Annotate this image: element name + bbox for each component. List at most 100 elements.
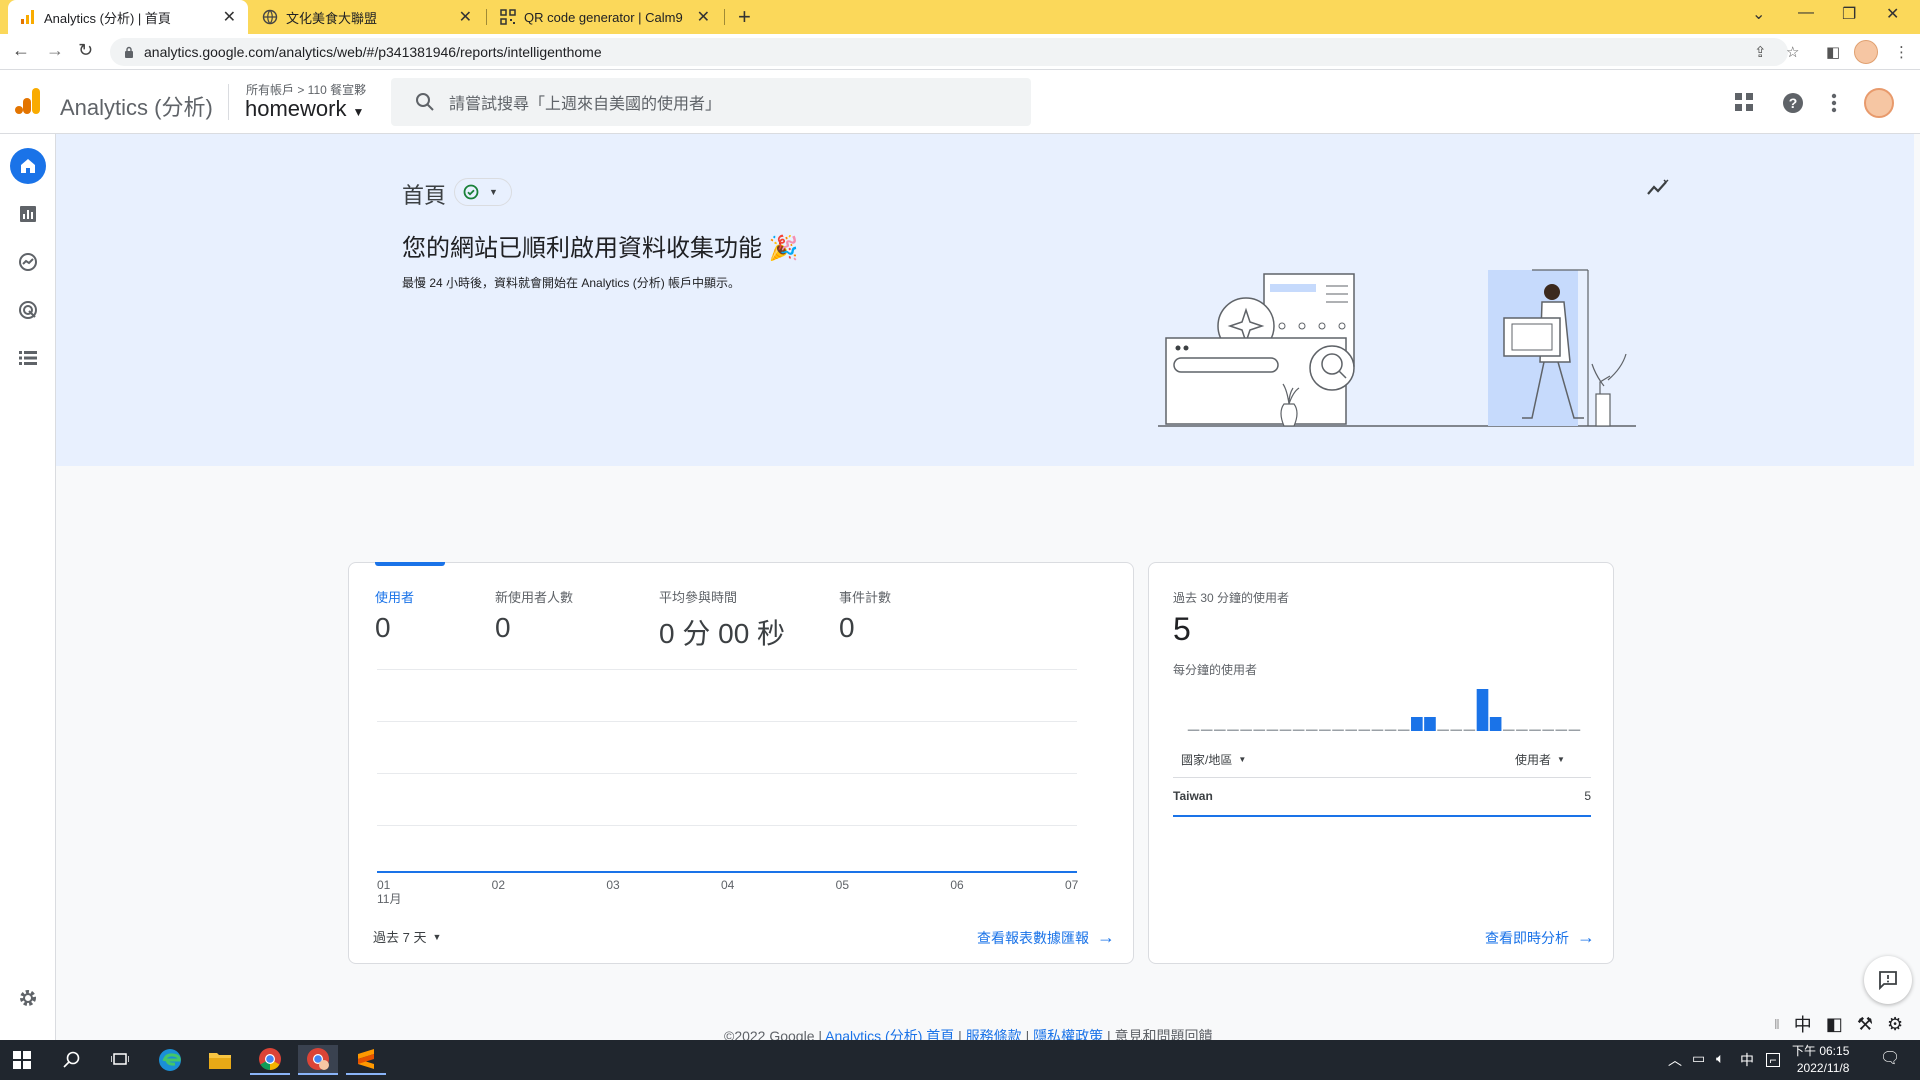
tab-food[interactable]: 文化美食大聯盟 ✕ [250, 0, 484, 34]
file-explorer-app[interactable] [200, 1045, 240, 1075]
metric-tab-engagement-time[interactable]: 平均參與時間 0 分 00 秒 [659, 587, 785, 652]
home-icon [21, 159, 35, 173]
nav-reports[interactable] [10, 196, 46, 232]
close-icon[interactable]: ✕ [697, 7, 710, 27]
system-clock[interactable]: 下午 06:15 2022/11/8 [1792, 1043, 1849, 1077]
table-divider [1173, 777, 1591, 778]
overview-card: 使用者 0 新使用者人數 0 平均參與時間 0 分 00 秒 事件計數 0 0 1… [348, 562, 1134, 964]
tray-ime-indicator[interactable]: 中 [1740, 1050, 1754, 1070]
users-metric-selector[interactable]: 使用者 ▼ [1515, 751, 1565, 768]
taskbar-search[interactable] [52, 1045, 92, 1075]
start-button[interactable] [2, 1045, 42, 1075]
minute-bar [1358, 729, 1371, 731]
left-nav-rail [0, 134, 56, 1040]
nav-admin[interactable] [10, 980, 46, 1016]
country-dimension-selector[interactable]: 國家/地區 ▼ [1181, 751, 1246, 768]
view-realtime-link[interactable]: 查看即時分析 → [1485, 927, 1595, 948]
close-icon[interactable]: ✕ [459, 7, 472, 27]
more-vert-icon[interactable] [1830, 92, 1838, 114]
tab-qr[interactable]: QR code generator | Calm9 ✕ [488, 0, 722, 34]
ime-width-icon[interactable]: ◧ [1826, 1014, 1843, 1035]
x-tick-label: 05 [835, 878, 850, 892]
reload-button[interactable]: ↻ [78, 40, 93, 61]
network-icon[interactable]: ▭ [1692, 1050, 1705, 1067]
minimize-button[interactable]: — [1798, 4, 1814, 22]
table-row[interactable]: Taiwan 5 [1173, 787, 1591, 817]
ime-mode[interactable]: 中 [1794, 1011, 1812, 1037]
minute-bar [1240, 729, 1252, 731]
insights-icon[interactable] [1646, 178, 1670, 198]
arrow-right-icon: → [1097, 927, 1115, 947]
minute-bar [1319, 729, 1331, 731]
minute-bar [1424, 717, 1436, 731]
notification-icon[interactable]: 🗨︎ [1880, 1048, 1900, 1068]
url-bar[interactable]: analytics.google.com/analytics/web/#/p34… [110, 38, 1788, 66]
tab-search-icon[interactable]: ⌄ [1752, 4, 1765, 24]
chrome-app[interactable] [250, 1045, 290, 1075]
restore-button[interactable]: ❐ [1842, 4, 1856, 24]
header-divider [228, 84, 229, 120]
status-chip[interactable]: ▼ [454, 178, 512, 206]
metric-tab-users[interactable]: 使用者 0 [375, 587, 414, 644]
x-axis-month: 11月 [377, 892, 402, 906]
metric-value: 0 [495, 612, 511, 643]
chrome-menu-icon[interactable]: ⋮ [1894, 43, 1909, 61]
chrome-profile-icon [307, 1048, 329, 1070]
tab-separator [486, 9, 487, 25]
ime-mode-icon[interactable]: ⌐ [1766, 1053, 1780, 1067]
sublime-app[interactable] [346, 1045, 386, 1075]
date-range-selector[interactable]: 過去 7 天 ▼ [373, 927, 441, 946]
minute-bar [1437, 729, 1449, 731]
link-label: 查看報表數據匯報 [977, 929, 1089, 946]
caret-down-icon: ▼ [1557, 755, 1565, 764]
nav-configure[interactable] [10, 340, 46, 376]
task-view-button[interactable] [100, 1045, 140, 1075]
search-input[interactable]: 請嘗試搜尋「上週來自美國的使用者」 [391, 78, 1031, 126]
volume-icon[interactable]: 🔈︎ [1716, 1050, 1724, 1067]
tray-chevron-icon[interactable]: ︿ [1668, 1050, 1682, 1070]
bookmark-star-icon[interactable]: ☆ [1786, 43, 1799, 61]
account-avatar[interactable] [1864, 88, 1894, 118]
caret-down-icon: ▼ [489, 187, 498, 197]
nav-home[interactable] [10, 148, 46, 184]
help-icon[interactable]: ? [1782, 92, 1804, 114]
new-tab-button[interactable]: + [738, 4, 751, 30]
ime-tool-icon[interactable]: ⚒ [1857, 1014, 1873, 1035]
caret-down-icon: ▼ [1238, 755, 1247, 764]
apps-grid-icon[interactable] [1734, 92, 1754, 112]
minute-bar [1227, 729, 1239, 731]
metric-label: 平均參與時間 [659, 590, 738, 605]
x-tick-label: 07 [1065, 878, 1079, 892]
share-icon[interactable]: ⇪ [1754, 43, 1767, 61]
metric-tab-event-count[interactable]: 事件計數 0 [839, 587, 891, 644]
ime-settings-icon[interactable]: ⚙ [1887, 1014, 1903, 1035]
close-icon[interactable]: ✕ [223, 7, 236, 27]
side-panel-icon[interactable]: ◧ [1826, 43, 1840, 61]
minute-bar [1516, 729, 1528, 731]
page-title: 首頁 [402, 183, 447, 208]
tab-analytics[interactable]: Analytics (分析) | 首頁 ✕ [8, 0, 248, 34]
nav-explore[interactable] [10, 244, 46, 280]
users-series-line [377, 871, 1077, 873]
view-reports-link[interactable]: 查看報表數據匯報 → [977, 927, 1115, 948]
list-icon [19, 351, 37, 365]
metric-label: 事件計數 [839, 590, 892, 605]
back-button[interactable]: ← [12, 40, 30, 61]
nav-advertising[interactable] [10, 292, 46, 328]
feedback-button[interactable] [1864, 956, 1912, 1004]
chrome-profile-app[interactable] [298, 1045, 338, 1075]
minute-bar [1187, 729, 1200, 731]
arrow-right-icon: → [1577, 927, 1595, 947]
hero-subtitle: 最慢 24 小時後，資料就會開始在 Analytics (分析) 帳戶中顯示。 [402, 276, 741, 290]
window-close-button[interactable]: ✕ [1886, 4, 1899, 24]
row-users: 5 [1584, 789, 1591, 803]
metric-value: 0 [839, 612, 855, 643]
profile-avatar[interactable] [1854, 40, 1878, 64]
forward-button[interactable]: → [46, 40, 64, 61]
metric-label: 使用者 [375, 590, 415, 605]
windows-taskbar: ︿ ▭ 🔈︎ 中 ⌐ 下午 06:15 2022/11/8 🗨︎ [0, 1040, 1920, 1080]
metric-tab-new-users[interactable]: 新使用者人數 0 [495, 587, 573, 644]
property-selector[interactable]: homework ▼ [245, 96, 364, 122]
edge-app[interactable] [150, 1045, 190, 1075]
caret-down-icon: ▼ [352, 105, 365, 119]
